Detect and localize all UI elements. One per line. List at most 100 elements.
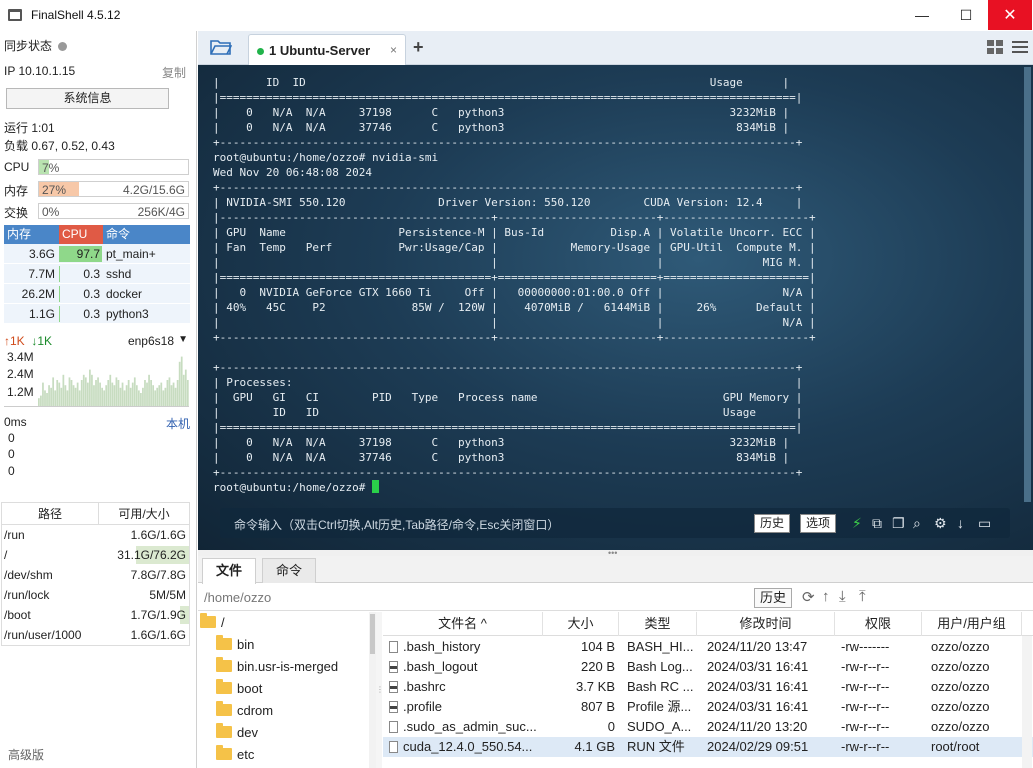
- network-upload-rate: ↑1K: [4, 334, 25, 348]
- file-mtime: 2024/03/31 16:41: [707, 697, 833, 717]
- disk-path-header[interactable]: 路径: [2, 503, 99, 524]
- current-path-input[interactable]: /home/ozzo: [204, 590, 271, 605]
- network-sample-bar: [164, 387, 167, 406]
- command-options-button[interactable]: 选项: [800, 514, 837, 533]
- tab-commands[interactable]: 命令: [262, 558, 317, 583]
- mem-detail: 4.2G/15.6G: [122, 183, 185, 197]
- tree-scrollbar-thumb[interactable]: [370, 614, 375, 654]
- network-sample-bar: [137, 390, 140, 406]
- process-row[interactable]: 7.7M 0.3 sshd: [4, 264, 190, 284]
- file-list-scrollbar[interactable]: [1022, 636, 1032, 768]
- disk-avail-header[interactable]: 可用/大小: [99, 503, 189, 524]
- tree-item[interactable]: /: [200, 612, 225, 634]
- ping-host-select[interactable]: 本机: [166, 415, 190, 432]
- file-row[interactable]: .bash_history 104 B BASH_HI... 2024/11/20 1…: [383, 637, 1033, 657]
- process-mem: 26.2M: [21, 287, 55, 301]
- file-owner-text: root/root: [931, 739, 980, 754]
- network-sample-bar: [99, 382, 101, 406]
- network-sample-bar: [78, 390, 81, 406]
- file-row[interactable]: .bashrc 3.7 KB Bash RC ... 2024/03/31 16:41…: [383, 677, 1033, 697]
- command-history-button[interactable]: 历史: [754, 514, 791, 533]
- disk-row[interactable]: /dev/shm 7.8G/7.8G: [2, 565, 189, 585]
- file-row[interactable]: .sudo_as_admin_suc... 0 SUDO_A... 2024/11/2…: [383, 717, 1033, 737]
- terminal-output: | ID ID Usage | |========================…: [213, 75, 816, 495]
- tree-item[interactable]: bin.usr-is-merged: [216, 656, 338, 678]
- lightning-icon[interactable]: ⚡: [852, 515, 862, 532]
- download-icon[interactable]: ⤓: [839, 588, 846, 605]
- process-command: python3: [106, 307, 149, 321]
- process-row[interactable]: 26.2M 0.3 docker: [4, 284, 190, 304]
- disk-row[interactable]: / 31.1G/76.2G: [2, 545, 189, 565]
- column-size[interactable]: 大小: [543, 612, 619, 636]
- terminal-line: | GPU Name Persistence-M | Bus-Id Disp.A…: [213, 226, 816, 239]
- chevron-down-icon[interactable]: ▼: [178, 334, 188, 345]
- copy-icon[interactable]: ⧉: [872, 515, 882, 532]
- command-input-bar[interactable]: 命令输入（双击Ctrl切换,Alt历史,Tab路径/命令,Esc关闭窗口） 历史…: [220, 508, 1010, 538]
- file-row[interactable]: .profile 807 B Profile 源... 2024/03/31 16:4…: [383, 697, 1033, 717]
- terminal[interactable]: | ID ID Usage | |========================…: [198, 65, 1033, 550]
- window-icon[interactable]: ▭: [978, 515, 991, 532]
- add-tab-button[interactable]: +: [413, 37, 424, 58]
- advanced-edition-link[interactable]: 高级版: [8, 746, 44, 763]
- column-name[interactable]: 文件名 ^: [383, 612, 543, 636]
- refresh-icon[interactable]: ⟳: [802, 588, 815, 606]
- vertical-splitter[interactable]: ⋮: [376, 612, 384, 768]
- disk-row[interactable]: /run/user/1000 1.6G/1.6G: [2, 625, 189, 645]
- file-size-text: 220 B: [581, 659, 615, 674]
- disk-avail: 31.1G/76.2G: [99, 545, 189, 565]
- network-sample-bar: [38, 398, 40, 406]
- menu-icon[interactable]: [1012, 40, 1028, 55]
- disk-row[interactable]: /run/lock 5M/5M: [2, 585, 189, 605]
- network-interface-select[interactable]: enp6s18: [128, 334, 174, 348]
- tab-files[interactable]: 文件: [202, 558, 257, 584]
- tree-item[interactable]: dev: [216, 722, 258, 744]
- network-download-rate: ↓1K: [31, 334, 53, 348]
- gear-icon[interactable]: ⚙: [934, 515, 947, 532]
- disk-row[interactable]: /boot 1.7G/1.9G: [2, 605, 189, 625]
- ping-latency: 0ms: [4, 415, 27, 429]
- file-row[interactable]: .bash_logout 220 B Bash Log... 2024/03/31 1…: [383, 657, 1033, 677]
- terminal-scrollbar[interactable]: [1024, 67, 1031, 502]
- disk-avail-value: 1.6G/1.6G: [130, 528, 186, 542]
- process-row[interactable]: 1.1G 0.3 python3: [4, 304, 190, 324]
- file-type: RUN 文件: [627, 737, 697, 757]
- network-graph: 3.4M 2.4M 1.2M: [4, 350, 189, 407]
- process-table-header: 内存 CPU 命令: [4, 225, 190, 244]
- close-window-button[interactable]: ✕: [988, 0, 1032, 30]
- maximize-button[interactable]: ☐: [944, 0, 988, 30]
- network-sample-bar: [129, 387, 132, 406]
- column-type[interactable]: 类型: [619, 612, 697, 636]
- column-modified[interactable]: 修改时间: [697, 612, 835, 636]
- tab-ubuntu-server[interactable]: 1 Ubuntu-Server ×: [248, 34, 406, 65]
- tree-item[interactable]: cdrom: [216, 700, 273, 722]
- process-cmd-header[interactable]: 命令: [103, 225, 190, 244]
- process-row[interactable]: 3.6G 97.7 pt_main+: [4, 244, 190, 264]
- process-cpu-header[interactable]: CPU: [59, 225, 103, 244]
- file-perm: -rw-r--r--: [841, 677, 921, 697]
- upload-icon[interactable]: ⤒: [859, 588, 866, 605]
- arrow-down-icon[interactable]: ↓: [957, 515, 964, 531]
- network-sample-bar: [91, 374, 93, 406]
- terminal-prompt-line[interactable]: root@ubuntu:/home/ozzo#: [213, 480, 816, 495]
- open-folder-icon[interactable]: [210, 39, 232, 56]
- up-directory-icon[interactable]: ↑: [822, 588, 830, 605]
- layout-grid-icon[interactable]: [987, 40, 1003, 55]
- close-tab-icon[interactable]: ×: [390, 43, 397, 57]
- command-input-hint[interactable]: 命令输入（双击Ctrl切换,Alt历史,Tab路径/命令,Esc关闭窗口）: [234, 516, 559, 533]
- paste-icon[interactable]: ❐: [892, 515, 905, 532]
- path-history-button[interactable]: 历史: [754, 588, 793, 608]
- process-mem-header[interactable]: 内存: [4, 225, 59, 244]
- minimize-button[interactable]: —: [900, 0, 944, 30]
- tree-item[interactable]: etc: [216, 744, 254, 766]
- terminal-line: | | | MIG M. |: [213, 256, 816, 269]
- tree-item[interactable]: bin: [216, 634, 254, 656]
- column-permissions[interactable]: 权限: [835, 612, 922, 636]
- file-row[interactable]: cuda_12.4.0_550.54... 4.1 GB RUN 文件 2024/02…: [383, 737, 1033, 757]
- search-icon[interactable]: ⌕: [913, 515, 921, 532]
- terminal-line: |---------------------------------------…: [213, 211, 816, 224]
- system-info-button[interactable]: 系统信息: [6, 88, 169, 109]
- copy-ip-button[interactable]: 复制: [162, 64, 186, 81]
- disk-row[interactable]: /run 1.6G/1.6G: [2, 525, 189, 545]
- column-owner[interactable]: 用户/用户组: [922, 612, 1022, 636]
- tree-item[interactable]: boot: [216, 678, 262, 700]
